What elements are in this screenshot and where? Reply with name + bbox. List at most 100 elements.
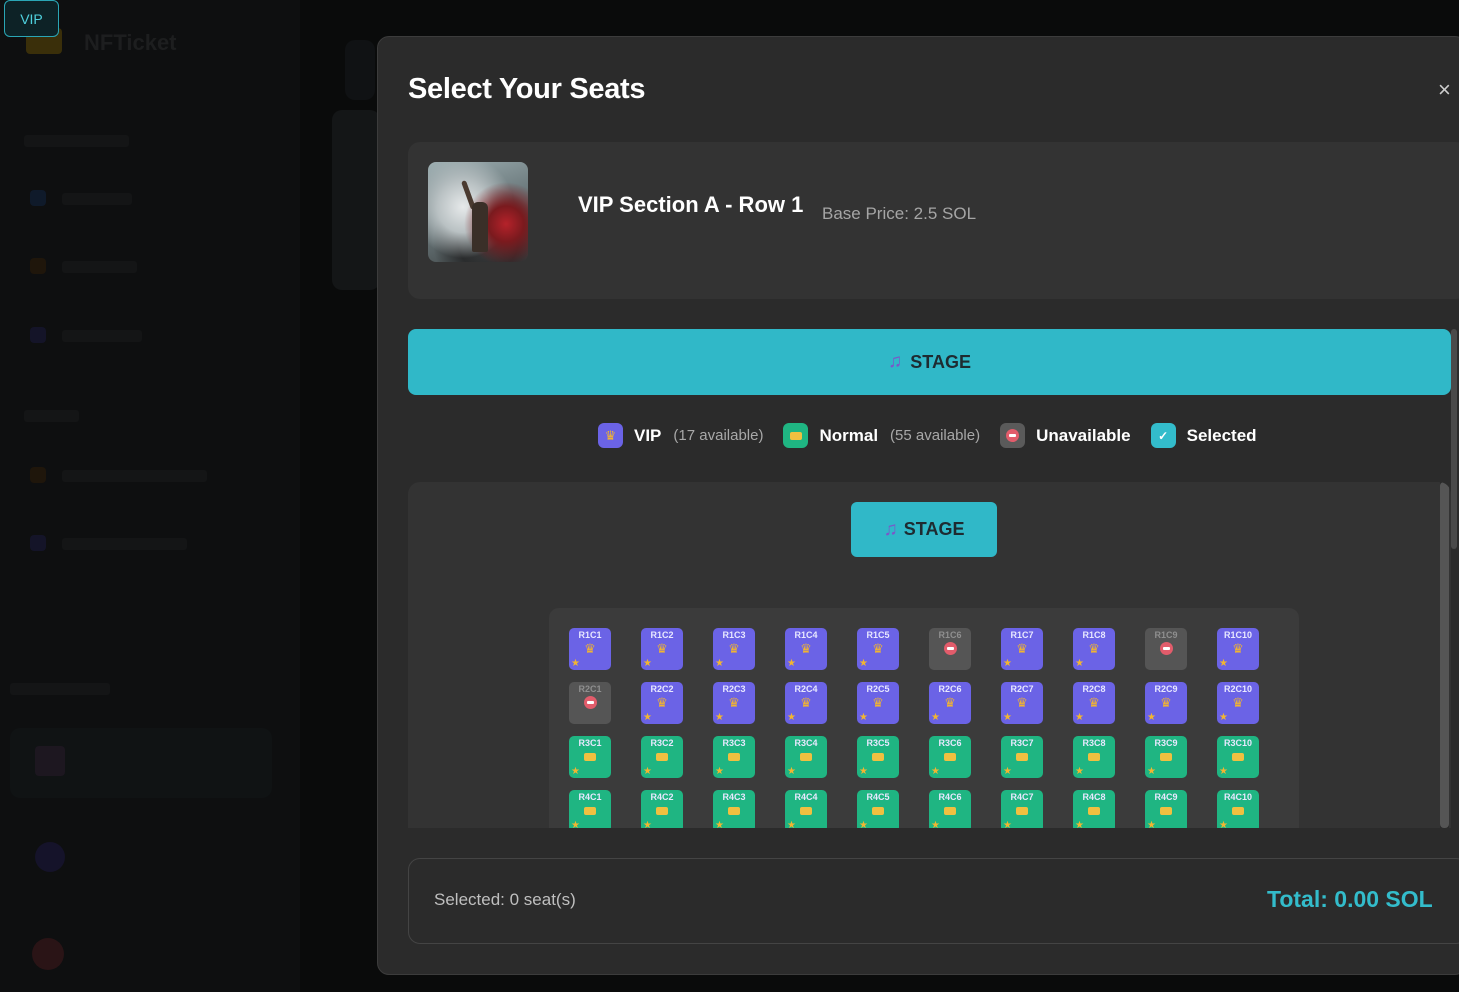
crown-icon: ♛ (1016, 641, 1028, 656)
seat-r4c2[interactable]: R4C2 ★ (641, 790, 683, 828)
seat-code: R4C2 (650, 792, 674, 802)
seat-r3c3[interactable]: R3C3 ★ (713, 736, 755, 778)
seat-r1c9: R1C9 (1145, 628, 1187, 670)
seat-r4c5[interactable]: R4C5 ★ (857, 790, 899, 828)
star-icon: ★ (571, 766, 580, 777)
seat-code: R2C8 (1082, 684, 1106, 694)
seat-r3c2[interactable]: R3C2 ★ (641, 736, 683, 778)
seat-r3c10[interactable]: R3C10 ★ (1217, 736, 1259, 778)
seat-r4c1[interactable]: R4C1 ★ (569, 790, 611, 828)
seat-r3c8[interactable]: R3C8 ★ (1073, 736, 1115, 778)
star-icon: ★ (1003, 820, 1012, 829)
background-icon (30, 467, 46, 483)
seat-r1c8[interactable]: R1C8 ♛ ★ (1073, 628, 1115, 670)
seat-r1c4[interactable]: R1C4 ♛ ★ (785, 628, 827, 670)
stage-banner-label: STAGE (910, 351, 971, 372)
seat-code: R1C10 (1223, 630, 1252, 640)
vip-badge[interactable]: VIP (4, 0, 59, 37)
seat-r2c5[interactable]: R2C5 ♛ ★ (857, 682, 899, 724)
seat-r3c4[interactable]: R3C4 ★ (785, 736, 827, 778)
seat-r2c9[interactable]: R2C9 ♛ ★ (1145, 682, 1187, 724)
legend-vip-count: (17 available) (673, 427, 764, 444)
seat-r3c7[interactable]: R3C7 ★ (1001, 736, 1043, 778)
app-brand: NFTicket (84, 30, 177, 55)
section-info-card: VIP Section A - Row 1 Base Price: 2.5 SO… (408, 142, 1459, 299)
modal-scrollbar[interactable] (1451, 329, 1457, 549)
music-note-icon: ♫ (883, 518, 898, 540)
crown-icon: ♛ (1232, 695, 1244, 710)
seat-r4c8[interactable]: R4C8 ★ (1073, 790, 1115, 828)
stage-banner: ♫ STAGE (408, 329, 1451, 395)
star-icon: ★ (715, 712, 724, 723)
seat-code: R4C7 (1010, 792, 1034, 802)
seat-r2c2[interactable]: R2C2 ♛ ★ (641, 682, 683, 724)
star-icon: ★ (1075, 766, 1084, 777)
star-icon: ★ (859, 712, 868, 723)
legend-unavailable: Unavailable (1000, 423, 1131, 448)
background-icon (30, 190, 46, 206)
seat-r4c3[interactable]: R4C3 ★ (713, 790, 755, 828)
seat-grid: R1C1 ♛ ★ R1C2 ♛ ★ R1C3 ♛ ★ R1C4 ♛ ★ R1C5 ♛ ★ R1C6 R1C7 ♛ ★… (549, 608, 1299, 828)
seat-r3c5[interactable]: R3C5 ★ (857, 736, 899, 778)
checkmark-icon: ✓ (1150, 423, 1176, 448)
seat-r3c6[interactable]: R3C6 ★ (929, 736, 971, 778)
seat-r4c7[interactable]: R4C7 ★ (1001, 790, 1043, 828)
seat-r1c6: R1C6 (929, 628, 971, 670)
seat-r2c8[interactable]: R2C8 ♛ ★ (1073, 682, 1115, 724)
seat-r2c4[interactable]: R2C4 ♛ ★ (785, 682, 827, 724)
star-icon: ★ (1003, 766, 1012, 777)
background-placeholder (24, 135, 129, 147)
seat-r1c3[interactable]: R1C3 ♛ ★ (713, 628, 755, 670)
ticket-icon (800, 804, 812, 818)
ticket-icon (1088, 750, 1100, 764)
seat-r1c2[interactable]: R1C2 ♛ ★ (641, 628, 683, 670)
legend-normal-count: (55 available) (890, 427, 981, 444)
seat-r3c9[interactable]: R3C9 ★ (1145, 736, 1187, 778)
background-icon (35, 842, 65, 872)
seat-map-container[interactable]: ♫ STAGE R1C1 ♛ ★ R1C2 ♛ ★ R1C3 ♛ ★ R1C4 ♛ ★ R1C5 ♛ ★ R1… (408, 482, 1451, 828)
seat-code: R2C3 (722, 684, 746, 694)
background-card (345, 40, 375, 100)
seat-r4c4[interactable]: R4C4 ★ (785, 790, 827, 828)
star-icon: ★ (1147, 766, 1156, 777)
star-icon: ★ (1147, 712, 1156, 723)
seat-r2c10[interactable]: R2C10 ♛ ★ (1217, 682, 1259, 724)
seat-r2c7[interactable]: R2C7 ♛ ★ (1001, 682, 1043, 724)
seat-r1c7[interactable]: R1C7 ♛ ★ (1001, 628, 1043, 670)
star-icon: ★ (715, 820, 724, 829)
thumbnail-figure (472, 202, 488, 252)
section-name: VIP Section A - Row 1 (578, 192, 804, 217)
seat-code: R1C3 (722, 630, 746, 640)
close-button[interactable]: × (1438, 77, 1451, 103)
seat-r1c1[interactable]: R1C1 ♛ ★ (569, 628, 611, 670)
ticket-icon (728, 804, 740, 818)
seat-code: R2C5 (866, 684, 890, 694)
seat-code: R1C6 (938, 630, 962, 640)
seat-r4c9[interactable]: R4C9 ★ (1145, 790, 1187, 828)
seat-r4c6[interactable]: R4C6 ★ (929, 790, 971, 828)
seat-code: R4C10 (1223, 792, 1252, 802)
star-icon: ★ (787, 712, 796, 723)
seat-code: R2C6 (938, 684, 962, 694)
seat-code: R3C9 (1154, 738, 1178, 748)
seat-r2c6[interactable]: R2C6 ♛ ★ (929, 682, 971, 724)
stage-marker: ♫ STAGE (851, 502, 997, 557)
seat-map-scrollbar[interactable] (1440, 482, 1449, 828)
star-icon: ★ (859, 820, 868, 829)
star-icon: ★ (1219, 712, 1228, 723)
seat-r4c10[interactable]: R4C10 ★ (1217, 790, 1259, 828)
crown-icon: ♛ (800, 641, 812, 656)
seat-r1c10[interactable]: R1C10 ♛ ★ (1217, 628, 1259, 670)
modal-title: Select Your Seats (408, 73, 646, 105)
seat-code: R3C3 (722, 738, 746, 748)
seat-code: R3C10 (1223, 738, 1252, 748)
ticket-icon (656, 750, 668, 764)
background-icon (30, 258, 46, 274)
crown-icon: ♛ (656, 695, 668, 710)
ticket-icon (1016, 804, 1028, 818)
seat-r1c5[interactable]: R1C5 ♛ ★ (857, 628, 899, 670)
crown-icon: ♛ (1016, 695, 1028, 710)
seat-r2c3[interactable]: R2C3 ♛ ★ (713, 682, 755, 724)
seat-r3c1[interactable]: R3C1 ★ (569, 736, 611, 778)
seat-code: R1C2 (650, 630, 674, 640)
